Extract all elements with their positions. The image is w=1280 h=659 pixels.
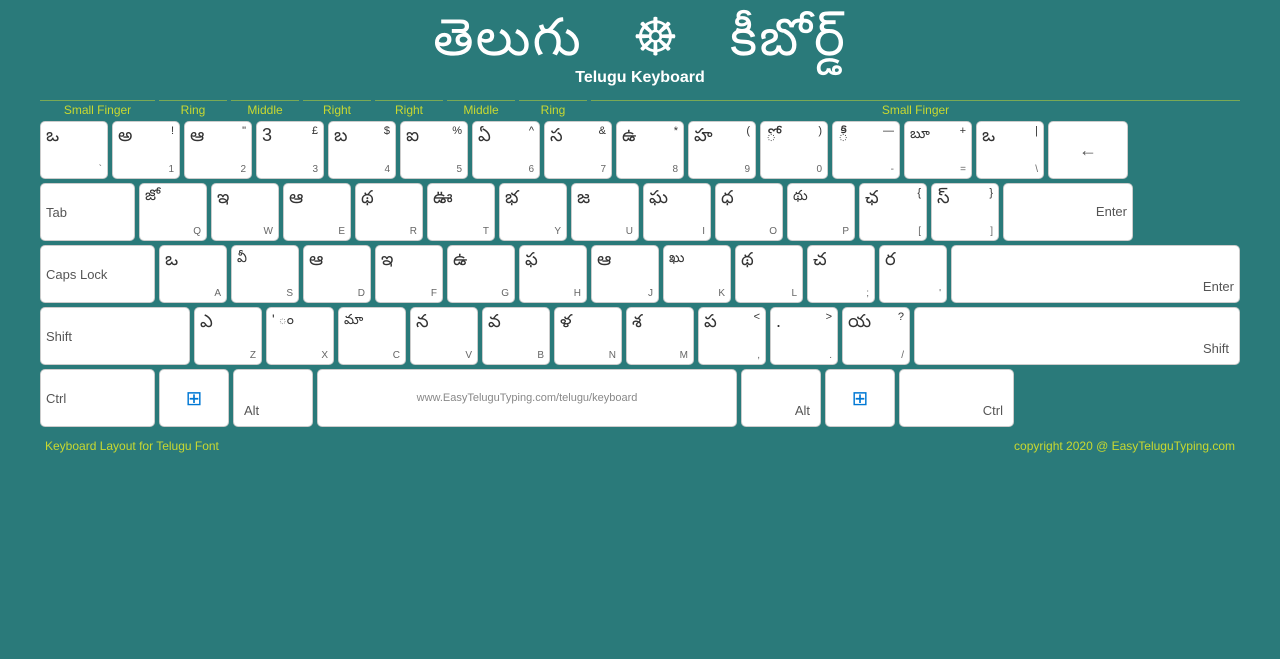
key-f[interactable]: ఇ F [375, 245, 443, 303]
key-r[interactable]: థ R [355, 183, 423, 241]
key-c[interactable]: మా C [338, 307, 406, 365]
enter-key[interactable]: Enter [1003, 183, 1133, 241]
key-lbracket[interactable]: { ఛ [ [859, 183, 927, 241]
space-row: Ctrl ⊞ Alt www.EasyTeluguTyping.com/telu… [40, 369, 1240, 427]
key-w[interactable]: ఇ W [211, 183, 279, 241]
shift-left-key[interactable]: Shift [40, 307, 190, 365]
win-right-key[interactable]: ⊞ [825, 369, 895, 427]
key-4[interactable]: $ బ 4 [328, 121, 396, 179]
key-quote[interactable]: ర ' [879, 245, 947, 303]
tab-key[interactable]: Tab [40, 183, 135, 241]
key-0[interactable]: ) ో 0 [760, 121, 828, 179]
alt-right-key[interactable]: Alt [741, 369, 821, 427]
shift-right-key[interactable]: Shift [914, 307, 1240, 365]
key-1[interactable]: ! అ 1 [112, 121, 180, 179]
backspace-key[interactable]: ← [1048, 121, 1128, 179]
finger-label-small-left: Small Finger [40, 100, 155, 119]
key-x[interactable]: ' ం X [266, 307, 334, 365]
key-9[interactable]: ( హ 9 [688, 121, 756, 179]
key-n[interactable]: ళ N [554, 307, 622, 365]
key-a[interactable]: ఒ A [159, 245, 227, 303]
title-english: Telugu Keyboard [0, 69, 1280, 87]
footer: Keyboard Layout for Telugu Font copyrigh… [0, 431, 1280, 453]
key-g[interactable]: ఉ G [447, 245, 515, 303]
keyboard-container: Small Finger Ring Middle Right Right Mid… [0, 100, 1280, 427]
alt-left-key[interactable]: Alt [233, 369, 313, 427]
number-row: ఒ ` ! అ 1 " ఆ 2 £ 3 3 $ బ 4 % ఐ 5 ^ [40, 121, 1240, 179]
finger-label-ring-right: Ring [519, 100, 587, 119]
key-rbracket[interactable]: } స్ ] [931, 183, 999, 241]
title-telugu: తెలుగు ☸ కీబోర్డ్ [0, 10, 1280, 67]
key-b[interactable]: వ B [482, 307, 550, 365]
key-8[interactable]: * ఉ 8 [616, 121, 684, 179]
key-7[interactable]: & స 7 [544, 121, 612, 179]
key-s[interactable]: వీ S [231, 245, 299, 303]
key-l[interactable]: థ L [735, 245, 803, 303]
key-t[interactable]: ఊ T [427, 183, 495, 241]
key-comma[interactable]: < ప , [698, 307, 766, 365]
key-6[interactable]: ^ ఏ 6 [472, 121, 540, 179]
key-q[interactable]: జో Q [139, 183, 207, 241]
key-y[interactable]: భ Y [499, 183, 567, 241]
ctrl-left-key[interactable]: Ctrl [40, 369, 155, 427]
space-key[interactable]: www.EasyTeluguTyping.com/telugu/keyboard [317, 369, 737, 427]
finger-labels: Small Finger Ring Middle Right Right Mid… [40, 100, 1240, 119]
key-backslash[interactable]: | ఒ \ [976, 121, 1044, 179]
key-p[interactable]: థు P [787, 183, 855, 241]
key-minus[interactable]: — ీ - [832, 121, 900, 179]
key-k[interactable]: ఖు K [663, 245, 731, 303]
win-left-key[interactable]: ⊞ [159, 369, 229, 427]
ctrl-right-key[interactable]: Ctrl [899, 369, 1014, 427]
home-row: Caps Lock ఒ A వీ S ఆ D ఇ F ఉ G ఫ H ఆ J [40, 245, 1240, 303]
key-o[interactable]: ధ O [715, 183, 783, 241]
key-5[interactable]: % ఐ 5 [400, 121, 468, 179]
key-backtick[interactable]: ఒ ` [40, 121, 108, 179]
key-j[interactable]: ఆ J [591, 245, 659, 303]
key-m[interactable]: శ M [626, 307, 694, 365]
key-i[interactable]: ఘ I [643, 183, 711, 241]
key-d[interactable]: ఆ D [303, 245, 371, 303]
footer-left: Keyboard Layout for Telugu Font [45, 439, 219, 453]
enter-key-bottom[interactable]: Enter [951, 245, 1240, 303]
key-3[interactable]: £ 3 3 [256, 121, 324, 179]
caps-lock-key[interactable]: Caps Lock [40, 245, 155, 303]
finger-label-middle-right: Middle [447, 100, 515, 119]
key-e[interactable]: ఆ E [283, 183, 351, 241]
key-v[interactable]: న V [410, 307, 478, 365]
key-z[interactable]: ఎ Z [194, 307, 262, 365]
key-u[interactable]: జ U [571, 183, 639, 241]
finger-label-right1: Right [303, 100, 371, 119]
key-equals[interactable]: + బూ = [904, 121, 972, 179]
finger-label-middle-left: Middle [231, 100, 299, 119]
key-h[interactable]: ఫ H [519, 245, 587, 303]
key-2[interactable]: " ఆ 2 [184, 121, 252, 179]
finger-label-small-right: Small Finger [591, 100, 1240, 119]
key-slash[interactable]: ? య / [842, 307, 910, 365]
footer-right: copyright 2020 @ EasyTeluguTyping.com [1014, 439, 1235, 453]
finger-label-ring-left: Ring [159, 100, 227, 119]
finger-label-right2: Right [375, 100, 443, 119]
bottom-row: Shift ఎ Z ' ం X మా C న V వ B ళ N శ M [40, 307, 1240, 365]
header: తెలుగు ☸ కీబోర్డ్ Telugu Keyboard [0, 0, 1280, 92]
key-semicolon[interactable]: చ ; [807, 245, 875, 303]
top-row: Tab జో Q ఇ W ఆ E థ R ఊ T భ Y జ U [40, 183, 1240, 241]
key-period[interactable]: > . . [770, 307, 838, 365]
